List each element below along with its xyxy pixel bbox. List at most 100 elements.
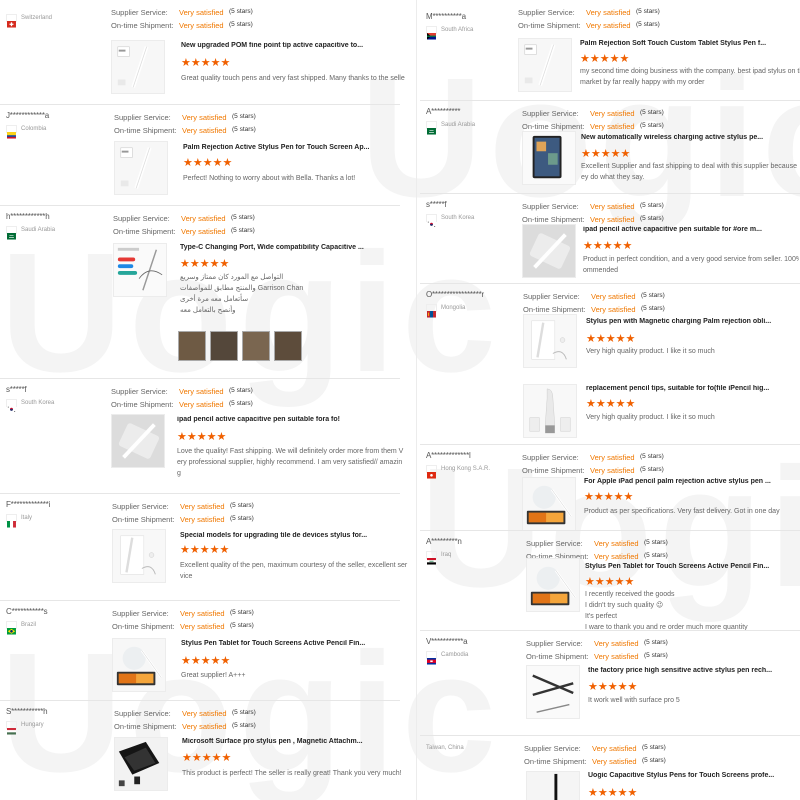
rating-stars-icon: ★★★★★ [584, 491, 634, 503]
on-time-shipment-value: Very satisfied [181, 226, 226, 236]
rating-stars-icon: ★★★★★ [586, 398, 636, 410]
review-photo-thumbnail[interactable] [242, 331, 270, 361]
product-title-link[interactable]: ipad pencil active capacitive pen suitab… [177, 416, 412, 423]
brazil-flag-icon [6, 621, 17, 635]
on-time-shipment-row: On-time Shipment: Very satisfied (5 stars) [526, 652, 668, 665]
rating-stars-icon: ★★★★★ [181, 57, 231, 69]
product-thumbnail[interactable] [112, 529, 166, 583]
on-time-shipment-label: On-time Shipment: [526, 651, 589, 661]
product-title-link[interactable]: New automatically wireless charging acti… [581, 134, 799, 141]
supplier-ratings: Supplier Service: Very satisfied (5 stars)… [114, 709, 256, 734]
supplier-service-value: Very satisfied [592, 744, 637, 753]
country-name: Colombia [21, 126, 47, 132]
product-title-link[interactable]: Palm Rejection Soft Touch Custom Tablet … [580, 40, 800, 47]
on-time-shipment-value: Very satisfied [592, 756, 637, 766]
product-title-link[interactable]: Stylus pen with Magnetic charging Palm r… [586, 318, 799, 325]
product-title-link[interactable]: replacement pencil tips, suitable for fo… [586, 385, 799, 392]
product-thumbnail[interactable] [112, 638, 166, 692]
country-name: Mongolia [441, 305, 466, 311]
review-card: A*************l Hong Kong S.A.R. Supplier … [420, 444, 800, 531]
product-title-link[interactable]: Microsoft Surface pro stylus pen , Magne… [182, 738, 412, 745]
comment-line: It's perfect [585, 613, 618, 620]
product-thumbnail[interactable] [522, 224, 576, 278]
buyer-name: A********** [426, 107, 461, 116]
supplier-service-label: Supplier Service: [111, 8, 168, 17]
supplier-service-row: Supplier Service: Very satisfied (5 stars) [114, 113, 256, 126]
product-title-link[interactable]: Uogic Capacitive Stylus Pens for Touch S… [588, 772, 800, 779]
on-time-shipment-row: On-time Shipment: Very satisfied (5 stars) [112, 515, 254, 528]
rating-stars-icon: ★★★★★ [183, 157, 233, 169]
review-photo-thumbnail[interactable] [210, 331, 238, 361]
product-title-link[interactable]: the factory price high sensitive active … [588, 667, 800, 674]
product-title-link[interactable]: Stylus Pen Tablet for Touch Screens Acti… [585, 563, 799, 570]
comment-line: Love the quality! Fast shipping. We will… [177, 448, 404, 455]
product-thumbnail[interactable] [523, 384, 577, 438]
on-time-shipment-label: On-time Shipment: [114, 125, 177, 135]
supplier-service-label: Supplier Service: [523, 292, 580, 301]
buyer-name: s*****f [6, 385, 27, 394]
product-title-link[interactable]: Stylus Pen Tablet for Touch Screens Acti… [181, 640, 411, 647]
product-thumbnail[interactable] [111, 40, 165, 94]
on-time-shipment-stars: (5 stars) [230, 514, 254, 522]
product-title-link[interactable]: Type-C Changing Port, Wide compatibility… [180, 244, 410, 251]
review-photos [178, 331, 302, 361]
supplier-service-label: Supplier Service: [112, 502, 169, 511]
on-time-shipment-row: On-time Shipment: Very satisfied (5 stars) [518, 21, 660, 34]
supplier-service-value: Very satisfied [179, 8, 224, 17]
product-title-link[interactable]: Palm Rejection Active Stylus Pen for Tou… [183, 144, 413, 151]
supplier-service-stars: (5 stars) [229, 387, 253, 394]
on-time-shipment-row: On-time Shipment: Very satisfied (5 stars) [111, 21, 253, 34]
buyer-info: Switzerland [6, 12, 102, 28]
product-thumbnail[interactable] [111, 414, 165, 468]
supplier-ratings: Supplier Service: Very satisfied (5 stars)… [524, 744, 666, 769]
comment-line: g [177, 470, 181, 477]
review-photo-thumbnail[interactable] [178, 331, 206, 361]
review-photo-thumbnail[interactable] [274, 331, 302, 361]
product-thumbnail[interactable] [526, 771, 580, 800]
supplier-service-stars: (5 stars) [230, 502, 254, 509]
left-review-column: Switzerland Supplier Service: Very satisfi… [0, 0, 407, 800]
product-thumbnail[interactable] [522, 477, 576, 531]
product-title-link[interactable]: Special models for upgrading tile de dev… [180, 532, 417, 539]
on-time-shipment-row: On-time Shipment: Very satisfied (5 stars) [113, 227, 255, 240]
product-thumbnail[interactable] [114, 141, 168, 195]
review-comment: Love the quality! Fast shipping. We will… [177, 446, 412, 479]
supplier-service-stars: (5 stars) [230, 609, 254, 616]
on-time-shipment-value: Very satisfied [182, 721, 227, 731]
review-card: A*********n Iraq Supplier Service: Very sat… [420, 530, 800, 631]
mongolia-flag-icon [426, 304, 437, 318]
supplier-service-stars: (5 stars) [636, 8, 660, 15]
buyer-country: South Korea [6, 397, 102, 413]
product-thumbnail[interactable] [526, 558, 580, 612]
product-thumbnail[interactable] [522, 131, 576, 185]
supplier-service-label: Supplier Service: [113, 214, 170, 223]
rating-stars-icon: ★★★★★ [181, 655, 231, 667]
product-title-link[interactable]: ipad pencil active capacitive pen suitab… [583, 226, 799, 233]
comment-line: وأنصح بالتعامل معه [180, 307, 236, 314]
on-time-shipment-label: On-time Shipment: [111, 20, 174, 30]
on-time-shipment-stars: (5 stars) [640, 465, 664, 473]
buyer-country: Cambodia [426, 649, 522, 665]
product-title-link[interactable]: New upgraded POM fine point tip active c… [181, 42, 416, 49]
buyer-country: Colombia [6, 123, 102, 139]
product-title-link[interactable]: For Apple iPad pencil palm rejection act… [584, 478, 798, 485]
review-card: s*****f South Korea Supplier Service: Very … [0, 378, 403, 493]
rating-stars-icon: ★★★★★ [180, 544, 230, 556]
supplier-ratings: Supplier Service: Very satisfied (5 stars)… [112, 502, 254, 527]
product-thumbnail[interactable] [526, 665, 580, 719]
product-thumbnail[interactable] [114, 737, 168, 791]
country-name: Taiwan, China [426, 745, 464, 751]
supplier-service-stars: (5 stars) [641, 292, 665, 299]
supplier-ratings: Supplier Service: Very satisfied (5 stars)… [518, 8, 660, 33]
product-thumbnail[interactable] [523, 314, 577, 368]
buyer-name: s*****f [426, 200, 447, 209]
buyer-name: O*****************r [426, 290, 485, 299]
supplier-service-value: Very satisfied [590, 453, 635, 462]
product-thumbnail[interactable] [518, 38, 572, 92]
supplier-ratings: Supplier Service: Very satisfied (5 stars)… [114, 113, 256, 138]
italy-flag-icon [6, 514, 17, 528]
supplier-service-label: Supplier Service: [524, 744, 581, 753]
product-thumbnail[interactable] [113, 243, 167, 297]
comment-line: Very high quality product. I like it so … [586, 414, 715, 421]
supplier-service-label: Supplier Service: [114, 709, 171, 718]
